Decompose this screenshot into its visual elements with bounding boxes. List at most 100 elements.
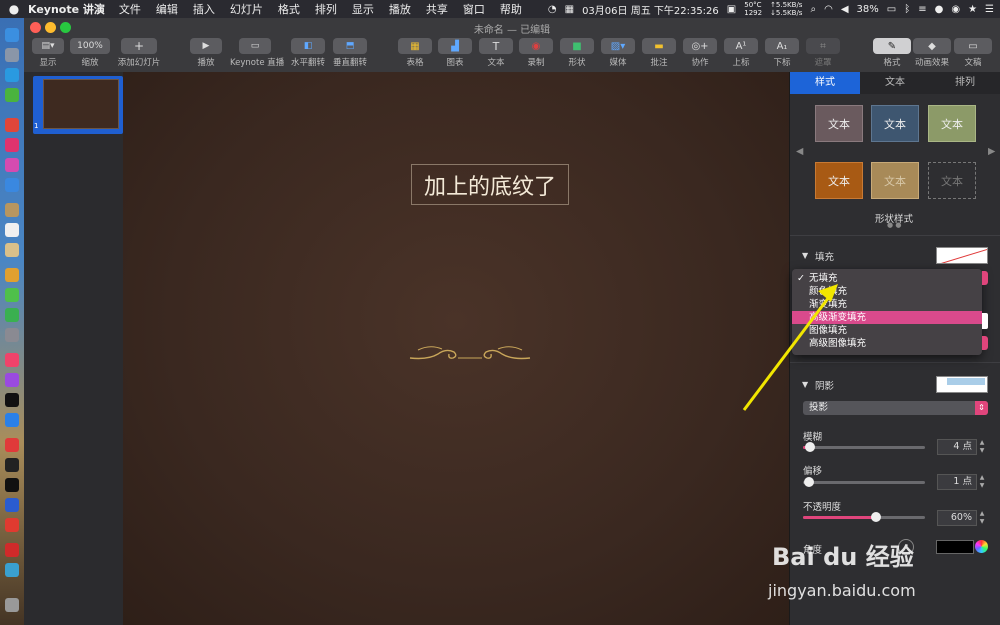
app-menu[interactable]: Keynote 讲演	[28, 1, 105, 17]
gradient-popup-cap[interactable]	[982, 336, 988, 350]
view-button[interactable]: ▤▾ 显示	[32, 38, 64, 68]
shape-button[interactable]: ■ 形状	[560, 38, 594, 68]
menu-edit[interactable]: 编辑	[156, 1, 178, 17]
play-button[interactable]: ▶ 播放	[190, 38, 222, 68]
facetime-icon[interactable]	[5, 308, 19, 322]
notes-icon[interactable]	[5, 203, 19, 217]
control-center-icon[interactable]: ≡	[918, 4, 926, 15]
add-slide-button[interactable]: + 添加幻灯片	[116, 38, 162, 68]
launchpad-icon[interactable]	[5, 48, 19, 62]
keynote-live-button[interactable]: ▭ Keynote 直播	[230, 38, 284, 68]
slide-thumbnail[interactable]	[43, 79, 119, 129]
star-icon[interactable]: ★	[968, 4, 977, 15]
tab-style[interactable]: 样式	[790, 72, 860, 94]
blur-stepper-arrows[interactable]: ▲ ▼	[978, 439, 986, 455]
siri-icon[interactable]: ◉	[951, 4, 960, 15]
comment-button[interactable]: ▬ 批注	[642, 38, 676, 68]
opacity-slider-knob[interactable]	[871, 512, 882, 522]
shadow-type-select[interactable]: 投影 ⇕	[803, 401, 988, 415]
fill-disclosure-icon[interactable]: ▼	[802, 251, 808, 260]
menu-slide[interactable]: 幻灯片	[230, 1, 263, 17]
screenshot-icon[interactable]: ◔	[548, 4, 557, 15]
battery-icon[interactable]: ▭	[887, 4, 896, 15]
fill-option-color[interactable]: 颜色填充	[792, 285, 982, 298]
shadow-color-well[interactable]	[936, 376, 988, 393]
menu-file[interactable]: 文件	[119, 1, 141, 17]
contacts-icon[interactable]	[5, 243, 19, 257]
tv-icon[interactable]	[5, 393, 19, 407]
text-button[interactable]: T 文本	[479, 38, 513, 68]
vivaldi-icon[interactable]	[5, 438, 19, 452]
finder-icon[interactable]	[5, 28, 19, 42]
user-icon[interactable]: ●	[935, 4, 944, 15]
record-button[interactable]: ◉ 录制	[519, 38, 553, 68]
offset-stepper-arrows[interactable]: ▲ ▼	[978, 474, 986, 490]
document-button[interactable]: ▭ 文稿	[954, 38, 992, 68]
slide-thumbnail-selected[interactable]	[33, 76, 123, 134]
gradient-color-well-edge[interactable]	[982, 313, 988, 329]
media-button[interactable]: ▨▾ 媒体	[601, 38, 635, 68]
music-icon[interactable]	[5, 353, 19, 367]
calendar-app-icon[interactable]	[5, 223, 19, 237]
tab-text[interactable]: 文本	[860, 72, 930, 94]
menu-view[interactable]: 显示	[352, 1, 374, 17]
system-stats[interactable]: 50°C 1292	[744, 1, 762, 17]
shadow-disclosure-icon[interactable]: ▼	[802, 380, 808, 389]
downloads-icon[interactable]	[5, 563, 19, 577]
notification-icon[interactable]: ☰	[985, 4, 994, 15]
menu-play[interactable]: 播放	[389, 1, 411, 17]
safari-icon[interactable]	[5, 68, 19, 82]
browser-icon[interactable]	[5, 268, 19, 282]
blur-slider[interactable]	[803, 442, 925, 452]
apple-menu-icon[interactable]: ●	[0, 2, 28, 16]
color-wheel-icon[interactable]	[975, 540, 988, 553]
tab-arrange[interactable]: 排列	[930, 72, 1000, 94]
slide-title-textbox[interactable]: 加上的底纹了	[411, 164, 569, 205]
bluetooth-icon[interactable]: ᛒ	[904, 4, 910, 15]
opacity-stepper[interactable]: 60%	[937, 510, 977, 526]
fill-option-gradient[interactable]: 渐变填充	[792, 298, 982, 311]
activity-icon[interactable]	[5, 458, 19, 472]
animate-button[interactable]: ◆ 动画效果	[912, 38, 952, 68]
style-swatch-3[interactable]: 文本	[928, 105, 976, 142]
blur-slider-knob[interactable]	[805, 442, 815, 452]
yandex-icon[interactable]	[5, 518, 19, 532]
format-button[interactable]: ✎ 格式	[873, 38, 911, 68]
style-swatch-5[interactable]: 文本	[871, 162, 919, 199]
mail-icon[interactable]	[5, 138, 19, 152]
chrome-icon[interactable]	[5, 118, 19, 132]
wifi-icon[interactable]: ◠	[824, 4, 833, 15]
clock-text[interactable]: 03月06日 周五 下午22:35:26	[582, 2, 719, 17]
search-icon[interactable]: ⌕	[810, 4, 816, 15]
flip-horizontal-button[interactable]: ◧ 水平翻转	[288, 38, 328, 68]
trash-icon[interactable]	[5, 598, 19, 612]
blur-stepper[interactable]: 4 点	[937, 439, 977, 455]
offset-slider[interactable]	[803, 477, 925, 487]
wechat-icon[interactable]	[5, 88, 19, 102]
xcode-icon[interactable]	[5, 178, 19, 192]
mask-button[interactable]: ⌗ 遮罩	[806, 38, 840, 68]
style-swatch-2[interactable]: 文本	[871, 105, 919, 142]
vpn-icon[interactable]	[5, 498, 19, 512]
preferences-icon[interactable]	[5, 328, 19, 342]
style-swatch-4[interactable]: 文本	[815, 162, 863, 199]
opacity-stepper-arrows[interactable]: ▲ ▼	[978, 510, 986, 526]
podcasts-icon[interactable]	[5, 373, 19, 387]
superscript-button[interactable]: A¹ 上标	[724, 38, 758, 68]
style-swatch-6[interactable]: 文本	[928, 162, 976, 199]
fill-popup-cap[interactable]	[982, 271, 988, 285]
fill-option-advanced-image[interactable]: 高级图像填充	[792, 337, 982, 350]
fill-color-well[interactable]	[936, 247, 988, 264]
opacity-slider[interactable]	[803, 512, 925, 522]
appstore-icon[interactable]	[5, 413, 19, 427]
table-button[interactable]: ▦ 表格	[398, 38, 432, 68]
photos-icon[interactable]	[5, 158, 19, 172]
subscript-button[interactable]: A₁ 下标	[765, 38, 799, 68]
zoom-button[interactable]: 100% 缩放	[70, 38, 110, 68]
menu-help[interactable]: 帮助	[500, 1, 522, 17]
menu-arrange[interactable]: 排列	[315, 1, 337, 17]
next-styles-icon[interactable]: ▶	[988, 146, 995, 157]
style-swatch-1[interactable]: 文本	[815, 105, 863, 142]
netease-music-icon[interactable]	[5, 543, 19, 557]
menu-format[interactable]: 格式	[278, 1, 300, 17]
